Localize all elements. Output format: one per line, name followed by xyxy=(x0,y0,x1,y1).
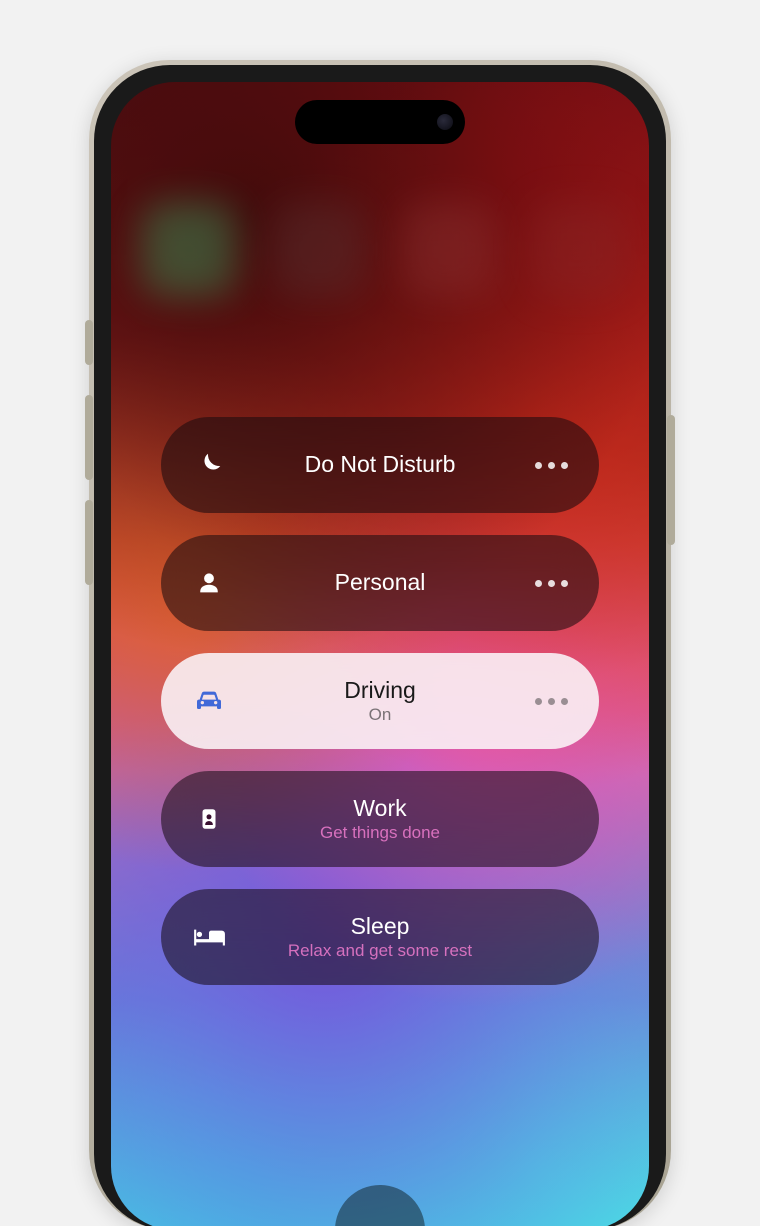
focus-subtitle: Relax and get some rest xyxy=(229,941,531,961)
focus-mode-list: Do Not Disturb Personal xyxy=(161,417,599,985)
phone-frame: Do Not Disturb Personal xyxy=(89,60,671,1226)
focus-title: Do Not Disturb xyxy=(229,451,531,479)
more-options-button[interactable] xyxy=(531,681,571,721)
focus-item-sleep[interactable]: Sleep Relax and get some rest xyxy=(161,889,599,985)
more-options-button[interactable] xyxy=(531,445,571,485)
dynamic-island xyxy=(295,100,465,144)
phone-screen: Do Not Disturb Personal xyxy=(111,82,649,1226)
bed-icon xyxy=(189,917,229,957)
focus-item-personal[interactable]: Personal xyxy=(161,535,599,631)
focus-item-work[interactable]: Work Get things done xyxy=(161,771,599,867)
focus-title: Driving xyxy=(229,677,531,705)
side-button xyxy=(667,415,675,545)
focus-title: Work xyxy=(229,795,531,823)
front-camera xyxy=(437,114,453,130)
mute-switch xyxy=(85,320,93,365)
focus-title: Personal xyxy=(229,569,531,597)
volume-down-button xyxy=(85,500,93,585)
background-app-icons xyxy=(111,192,649,372)
focus-subtitle: Get things done xyxy=(229,823,531,843)
bottom-control-partial[interactable] xyxy=(335,1185,425,1226)
focus-title: Sleep xyxy=(229,913,531,941)
focus-subtitle: On xyxy=(229,705,531,725)
car-icon xyxy=(189,681,229,721)
focus-item-do-not-disturb[interactable]: Do Not Disturb xyxy=(161,417,599,513)
more-options-button[interactable] xyxy=(531,563,571,603)
moon-icon xyxy=(189,445,229,485)
image-canvas: Do Not Disturb Personal xyxy=(0,0,760,1226)
volume-up-button xyxy=(85,395,93,480)
phone-bezel: Do Not Disturb Personal xyxy=(94,65,666,1226)
badge-icon xyxy=(189,799,229,839)
person-icon xyxy=(189,563,229,603)
focus-item-driving[interactable]: Driving On xyxy=(161,653,599,749)
